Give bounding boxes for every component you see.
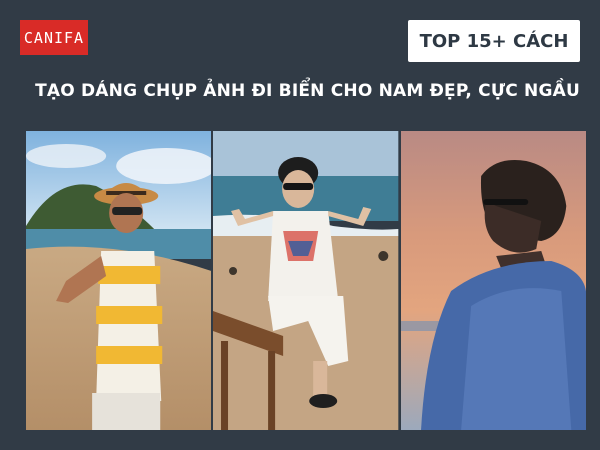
- beach-photo-hat-pointing: [26, 131, 212, 430]
- canifa-logo[interactable]: CANIFA: [20, 20, 88, 55]
- top-count-badge: TOP 15+ CÁCH: [408, 20, 580, 62]
- logo-text: CANIFA: [23, 28, 85, 47]
- beach-photo-seated-peace-sign: [213, 131, 399, 430]
- photo-strip: [26, 131, 586, 430]
- headline-title: TẠO DÁNG CHỤP ẢNH ĐI BIỂN CHO NAM ĐẸP, C…: [35, 81, 580, 101]
- beach-photo-sunset-profile: [400, 131, 586, 430]
- badge-label: TOP 15+ CÁCH: [419, 30, 569, 52]
